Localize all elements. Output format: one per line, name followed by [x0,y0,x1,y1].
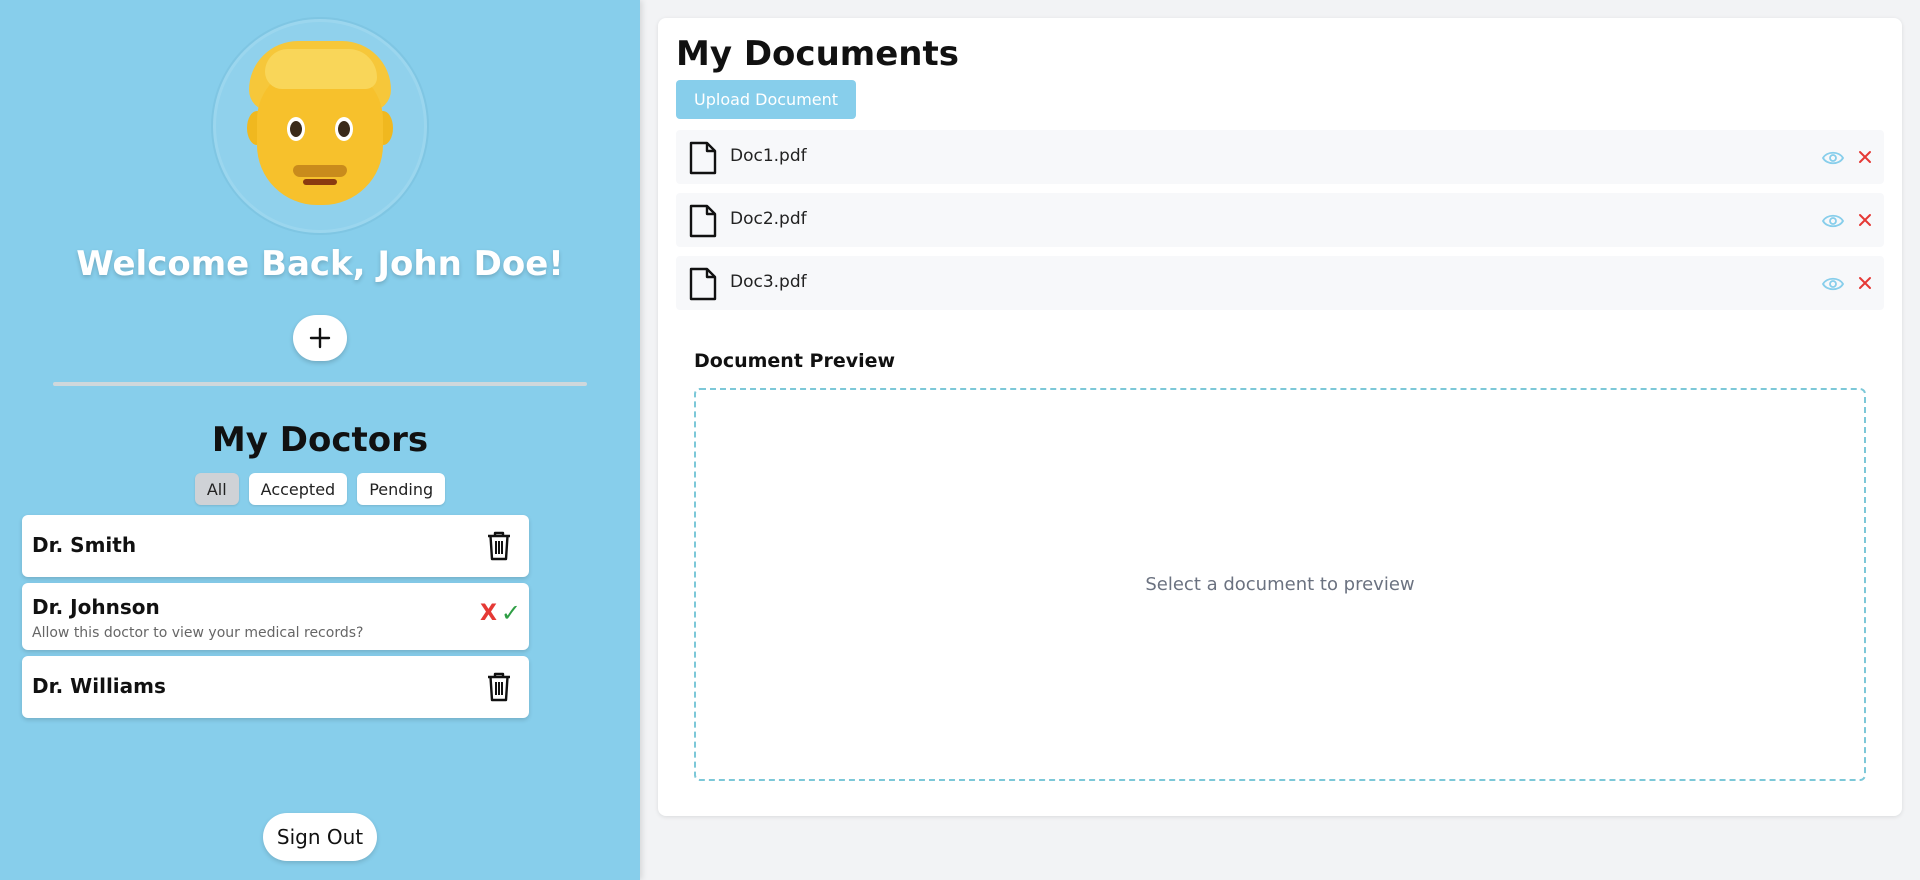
doctor-card: Dr. Williams [22,656,529,718]
doctor-card: Dr. Smith [22,515,529,577]
eye-icon[interactable] [1822,273,1844,295]
filter-pending[interactable]: Pending [357,473,446,505]
document-name: Doc3.pdf [730,272,807,292]
reject-icon[interactable]: X [480,601,497,626]
doctor-card: Dr. Johnson Allow this doctor to view yo… [22,583,529,650]
file-icon [689,141,717,175]
plus-icon [309,327,331,349]
document-row[interactable]: Doc1.pdf [676,130,1884,184]
preview-placeholder: Select a document to preview [1145,574,1415,595]
filter-accepted[interactable]: Accepted [248,473,348,505]
close-icon[interactable] [1856,274,1874,292]
document-name: Doc2.pdf [730,209,807,229]
sign-out-button[interactable]: Sign Out [263,813,377,861]
doctor-name: Dr. Johnson [32,595,160,619]
trash-icon[interactable] [485,530,513,562]
document-row[interactable]: Doc3.pdf [676,256,1884,310]
close-icon[interactable] [1856,148,1874,166]
accept-check-icon[interactable]: ✓ [501,599,521,627]
upload-document-button[interactable]: Upload Document [676,80,857,119]
close-icon[interactable] [1856,211,1874,229]
document-name: Doc1.pdf [730,146,807,166]
file-icon [689,204,717,238]
document-preview-area: Select a document to preview [694,388,1866,781]
man-emoji-icon [245,41,395,211]
documents-panel: My Documents Upload Document Doc1.pdf Do… [658,18,1902,816]
doctor-name: Dr. Williams [32,674,166,698]
sidebar: Welcome Back, John Doe! My Doctors All A… [0,0,640,880]
eye-icon[interactable] [1822,147,1844,169]
avatar [213,19,427,233]
welcome-heading: Welcome Back, John Doe! [76,244,564,284]
filter-all[interactable]: All [194,473,239,505]
document-row[interactable]: Doc2.pdf [676,193,1884,247]
preview-title: Document Preview [694,350,896,372]
doctors-title: My Doctors [211,420,429,460]
doctor-filter-group: All Accepted Pending [0,473,640,505]
file-icon [689,267,717,301]
eye-icon[interactable] [1822,210,1844,232]
divider [53,382,587,386]
trash-icon[interactable] [485,671,513,703]
access-request-text: Allow this doctor to view your medical r… [32,625,364,641]
page-title: My Documents [676,34,959,74]
doctor-name: Dr. Smith [32,533,137,557]
add-doctor-button[interactable] [293,315,347,361]
